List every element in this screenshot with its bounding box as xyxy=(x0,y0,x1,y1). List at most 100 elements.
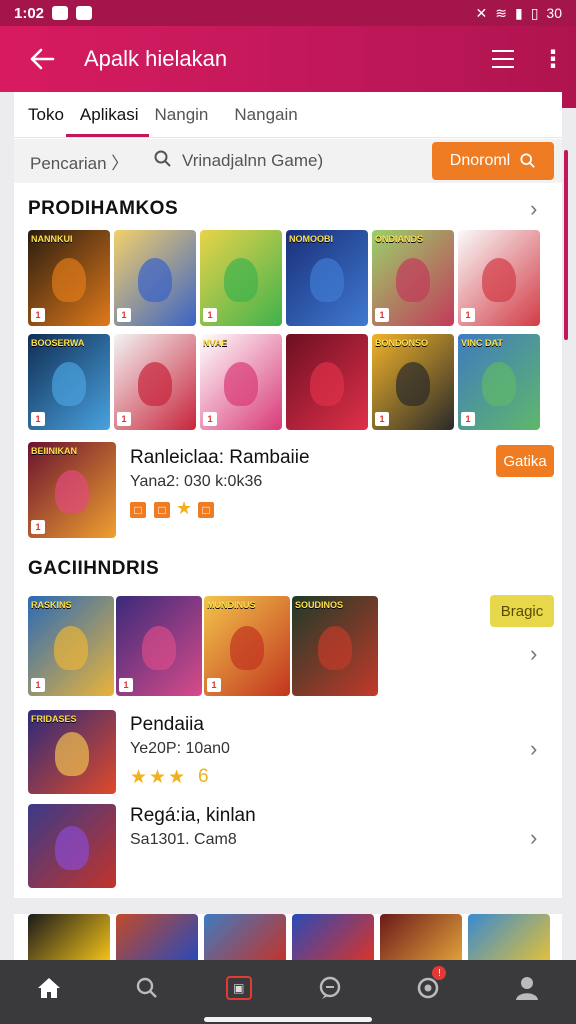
tile-artwork xyxy=(396,257,430,302)
age-badge: 1 xyxy=(203,412,217,426)
game-tile[interactable]: RASKINS 1 xyxy=(28,596,114,696)
home-icon[interactable] xyxy=(29,972,69,1004)
game-tile[interactable]: 1 xyxy=(200,230,282,326)
tile-title: NANNKUI xyxy=(31,234,73,244)
game-tile[interactable]: 1 xyxy=(114,334,196,430)
game-tile[interactable]: NVAE 1 xyxy=(200,334,282,430)
game-name[interactable]: Regá:ia, kinlan xyxy=(130,805,256,827)
store-icon[interactable]: ▣ xyxy=(225,976,252,1000)
page-title: Apalk hielakan xyxy=(84,46,228,71)
tab-nangain[interactable]: Nangain xyxy=(234,105,307,137)
tile-artwork xyxy=(138,257,172,302)
profile-icon[interactable] xyxy=(507,972,547,1004)
get-button[interactable]: Gatika xyxy=(496,445,554,477)
tile-title: BONDONSO xyxy=(375,338,429,348)
chevron-right-icon[interactable]: › xyxy=(530,736,537,762)
star-icon: ★ xyxy=(175,497,193,518)
scrollbar[interactable] xyxy=(564,150,568,340)
game-tile[interactable]: NANNKUI 1 xyxy=(28,230,110,326)
notifications-icon[interactable]: ! xyxy=(408,966,448,1004)
age-badge: 1 xyxy=(375,412,389,426)
chevron-right-icon[interactable]: › xyxy=(530,196,537,222)
game-tile[interactable] xyxy=(286,334,368,430)
search-button[interactable]: Dnoroml xyxy=(432,142,554,180)
tile-artwork xyxy=(230,626,264,670)
tile-title: RASKINS xyxy=(31,600,72,610)
tile-artwork xyxy=(55,731,89,776)
tile-artwork xyxy=(55,469,89,514)
tag-badge: □ xyxy=(154,502,170,518)
menu-button[interactable] xyxy=(476,26,530,92)
section-title: PRODIHAMKOS xyxy=(28,198,179,219)
game-tile[interactable]: 1 xyxy=(116,596,202,696)
age-badge: 1 xyxy=(461,412,475,426)
tab-aplikasi[interactable]: Aplikasi xyxy=(65,105,149,137)
signal-icon: ▮ xyxy=(514,4,523,21)
game-tile[interactable] xyxy=(28,804,116,888)
age-badge: 1 xyxy=(461,308,475,322)
tile-title: VINC DAT xyxy=(461,338,503,348)
game-tile[interactable]: FRIDASES xyxy=(28,710,116,794)
notification-icon xyxy=(52,6,69,20)
section-title: GACIIHNDRIS xyxy=(28,558,160,579)
game-name[interactable]: Pendaiia xyxy=(130,714,204,736)
game-tile[interactable] xyxy=(28,914,110,960)
search-button-icon xyxy=(520,153,536,168)
more-button[interactable]: Bragic xyxy=(490,595,554,627)
game-tile[interactable]: MUNDINUS 1 xyxy=(204,596,290,696)
tile-title: FRIDASES xyxy=(31,714,77,724)
notification-badge: ! xyxy=(432,966,447,980)
chat-icon[interactable] xyxy=(310,972,350,1004)
next-section-card xyxy=(14,898,562,960)
tab-bar: Toko Aplikasi Nangin Nangain xyxy=(14,92,562,138)
game-tile[interactable] xyxy=(292,914,374,960)
back-arrow-icon[interactable] xyxy=(0,26,84,92)
breadcrumb[interactable]: Pencarian 〉 xyxy=(14,149,154,174)
more-options-icon[interactable]: ⋮ xyxy=(530,26,576,92)
tile-title: SOUDINOS xyxy=(295,600,344,610)
age-badge: 1 xyxy=(119,678,133,692)
tile-artwork xyxy=(52,361,86,406)
status-bar: 1:02 ✕ ≋ ▮ ▯ 30 xyxy=(0,0,576,26)
tile-artwork xyxy=(310,361,344,406)
chevron-right-icon[interactable]: › xyxy=(530,825,537,851)
game-tile[interactable]: SOUDINOS xyxy=(292,596,378,696)
game-tile[interactable] xyxy=(116,914,198,960)
game-tile[interactable]: NOMOOBI xyxy=(286,230,368,326)
appbar-edge xyxy=(562,92,576,108)
main-card: Toko Aplikasi Nangin Nangain Pencarian 〉… xyxy=(14,92,562,898)
tile-artwork xyxy=(318,626,352,670)
age-badge: 1 xyxy=(207,678,221,692)
gesture-bar xyxy=(204,1017,372,1022)
bottom-navigation: ▣ ! xyxy=(0,960,576,1024)
age-badge: 1 xyxy=(31,520,45,534)
game-tile[interactable] xyxy=(380,914,462,960)
battery-icon: ▯ xyxy=(530,4,539,21)
game-tile[interactable]: BOOSERWA 1 xyxy=(28,334,110,430)
game-tile[interactable]: 1 xyxy=(458,230,540,326)
status-time: 1:02 xyxy=(14,4,45,22)
search-icon[interactable] xyxy=(127,972,167,1004)
age-badge: 1 xyxy=(31,678,45,692)
game-tile[interactable]: BONDONSO 1 xyxy=(372,334,454,430)
chevron-right-icon[interactable]: › xyxy=(530,641,537,667)
tile-title: BOOSERWA xyxy=(31,338,85,348)
menu-icon xyxy=(492,50,514,68)
featured-game-tile[interactable]: BEIINIKAN 1 xyxy=(28,442,116,538)
search-row: Pencarian 〉 Vrinadjalnn Game) Dnoroml xyxy=(14,139,562,183)
age-badge: 1 xyxy=(117,308,131,322)
game-tile[interactable]: VINC DAT 1 xyxy=(458,334,540,430)
age-badge: 1 xyxy=(31,308,45,322)
game-tile[interactable] xyxy=(204,914,286,960)
game-tile[interactable]: ONDIANDS 1 xyxy=(372,230,454,326)
search-button-label: Dnoroml xyxy=(449,152,511,169)
featured-game-name[interactable]: Ranleiclaa: Rambaiie xyxy=(130,447,310,469)
game-meta: Ye20P: 10an0 xyxy=(130,740,230,757)
game-tile[interactable] xyxy=(468,914,550,960)
tile-artwork xyxy=(482,257,516,302)
tab-nangin[interactable]: Nangin xyxy=(155,105,219,137)
age-badge: 1 xyxy=(203,308,217,322)
tile-artwork xyxy=(142,626,176,670)
search-icon xyxy=(154,150,172,173)
game-tile[interactable]: 1 xyxy=(114,230,196,326)
